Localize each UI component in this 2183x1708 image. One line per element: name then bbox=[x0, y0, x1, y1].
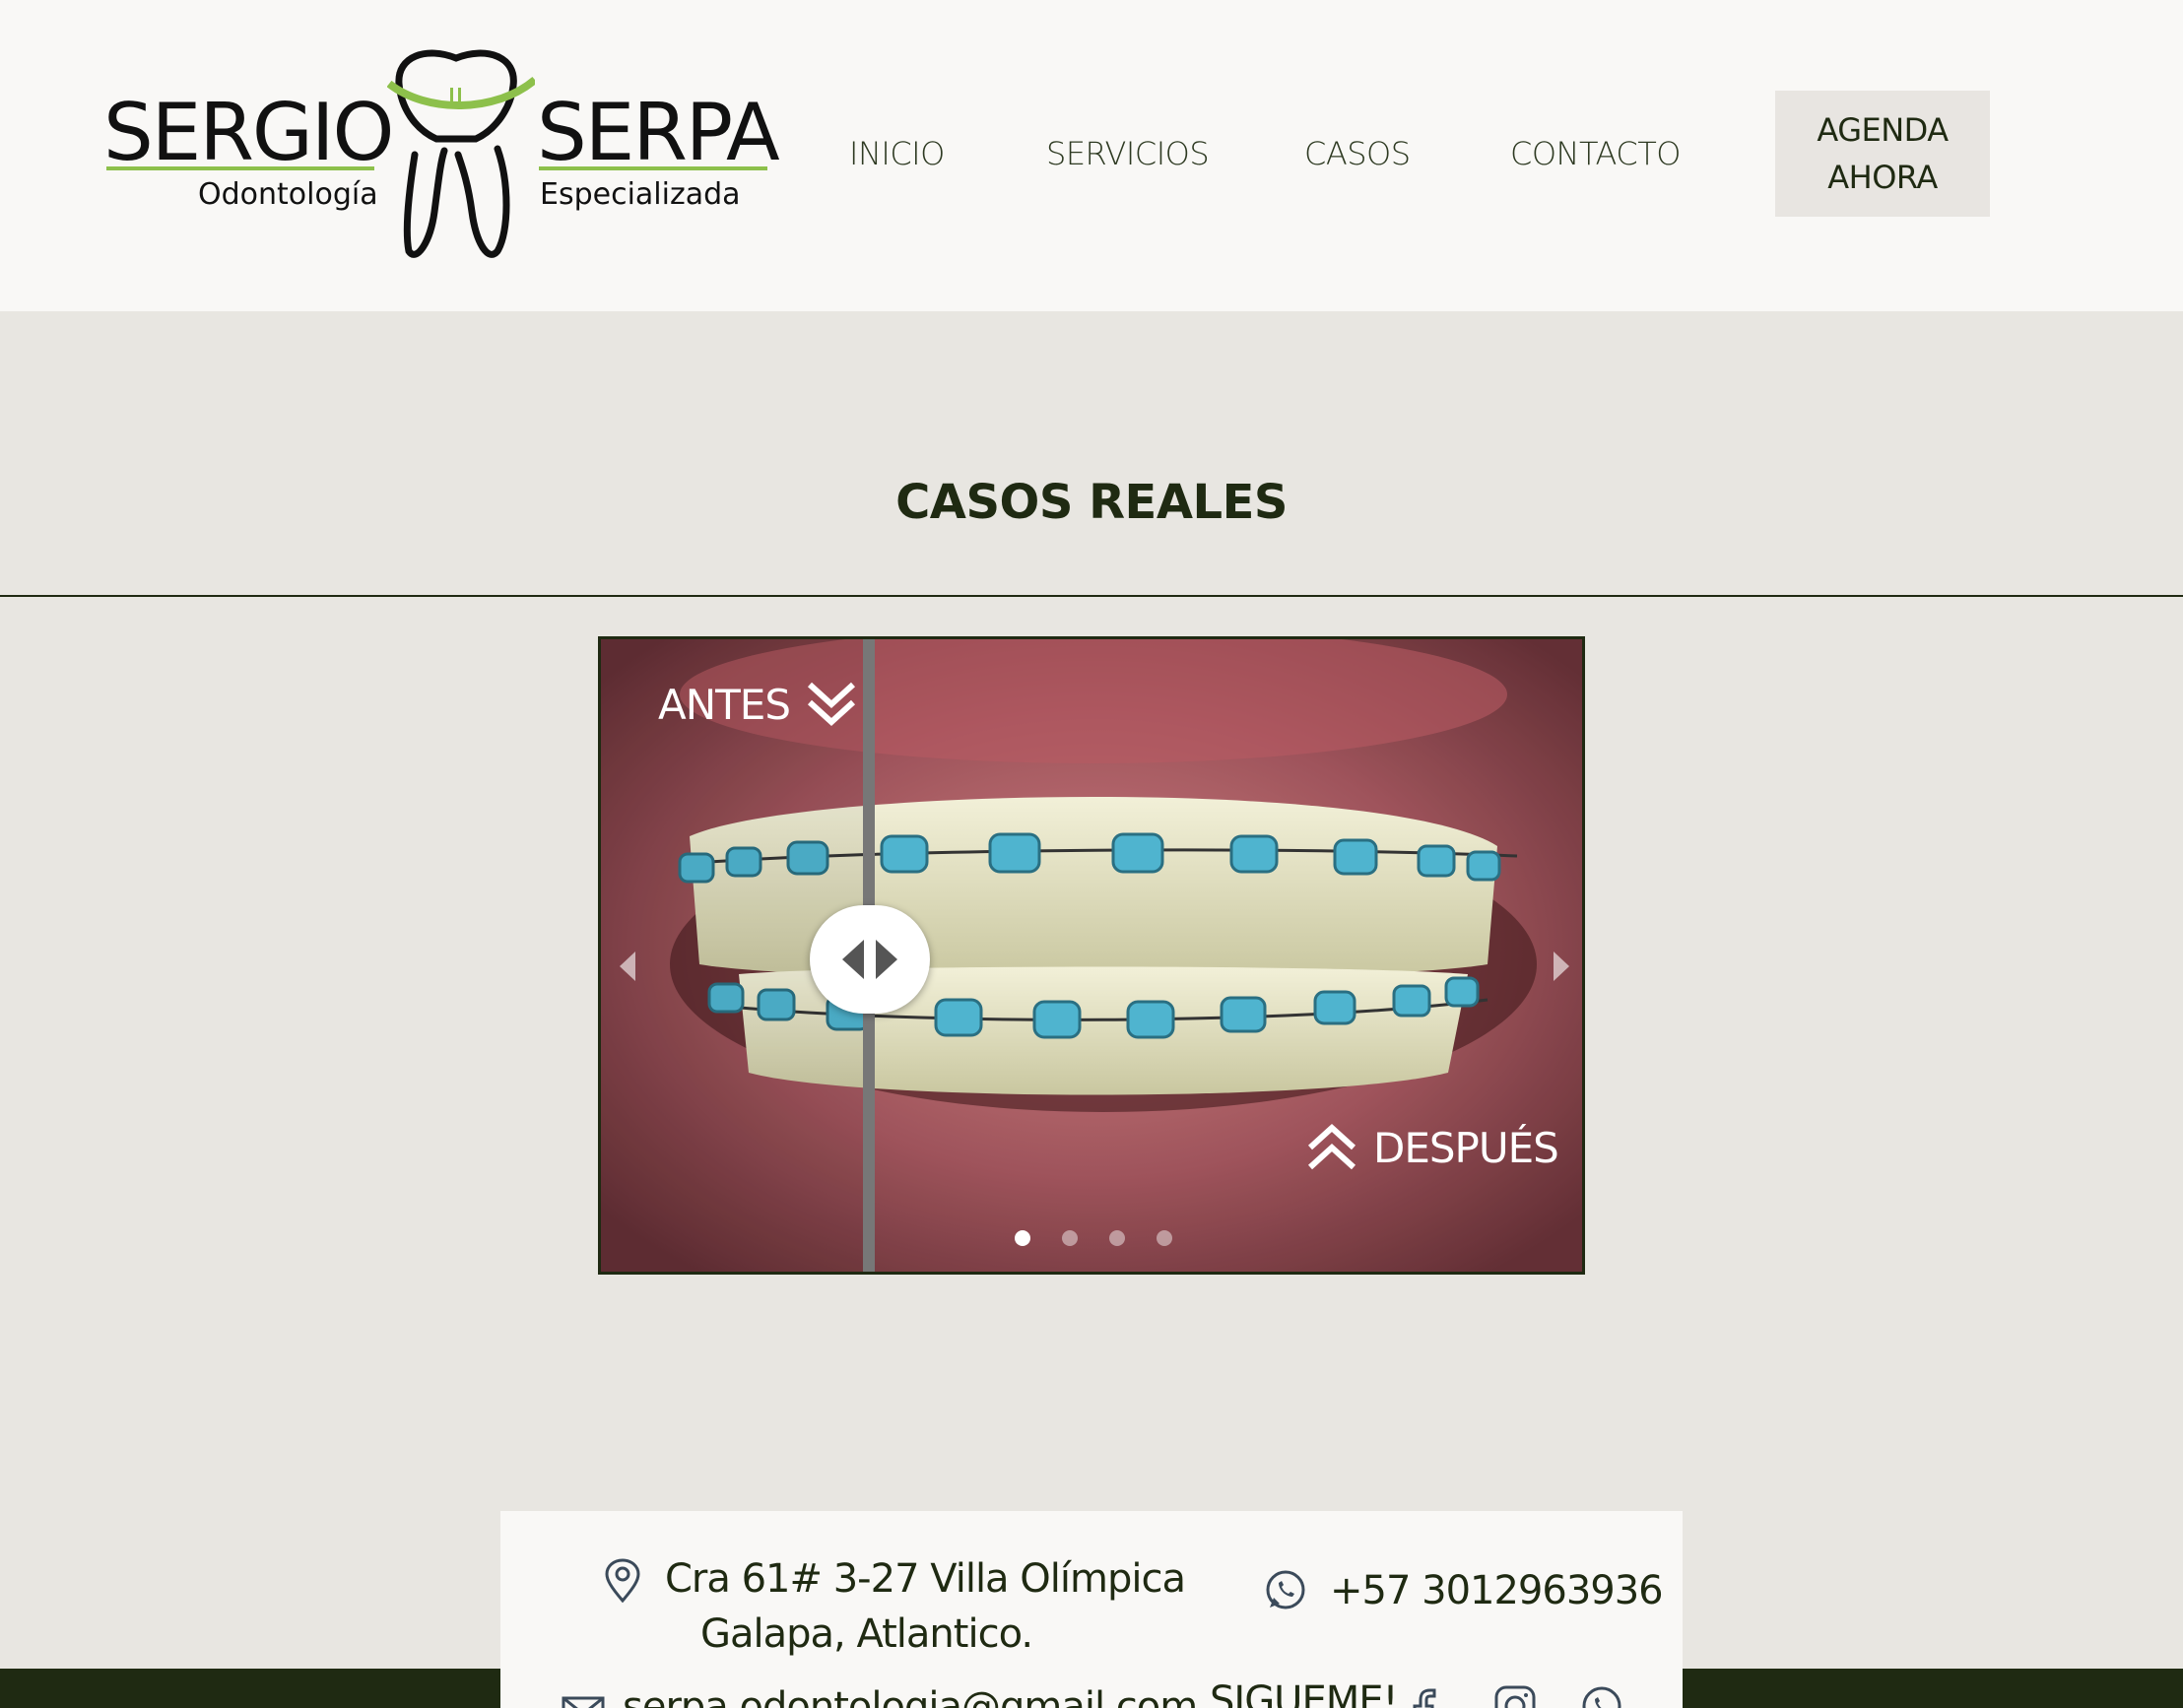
slider-dot-2[interactable] bbox=[1062, 1230, 1078, 1246]
section-divider bbox=[0, 595, 2183, 597]
before-after-slider[interactable]: ANTES DESPUÉS bbox=[598, 636, 1585, 1275]
after-label-text: DESPUÉS bbox=[1373, 1123, 1559, 1172]
logo-sub-left: Odontología bbox=[198, 177, 378, 212]
nav-inicio[interactable]: INICIO bbox=[849, 138, 945, 169]
address-line-1: Cra 61# 3-27 Villa Olímpica bbox=[665, 1556, 1186, 1602]
section-title: CASOS REALES bbox=[895, 475, 1288, 530]
left-right-arrows-icon bbox=[842, 940, 897, 979]
slider-dot-1[interactable] bbox=[1015, 1230, 1030, 1246]
braces-photo bbox=[601, 639, 1582, 1272]
whatsapp-icon[interactable] bbox=[1264, 1568, 1307, 1611]
location-pin-icon bbox=[605, 1558, 640, 1604]
agenda-ahora-button[interactable]: AGENDA AHORA bbox=[1775, 91, 1990, 217]
whatsapp-social-icon[interactable] bbox=[1580, 1684, 1623, 1708]
nav-casos[interactable]: CASOS bbox=[1304, 138, 1411, 169]
facebook-icon[interactable] bbox=[1411, 1686, 1440, 1708]
slider-next-button[interactable] bbox=[1547, 947, 1576, 986]
nav-servicios[interactable]: SERVICIOS bbox=[1046, 138, 1210, 169]
logo-rule-right bbox=[539, 166, 767, 170]
slider-dot-4[interactable] bbox=[1157, 1230, 1172, 1246]
logo-name-right: SERPA bbox=[537, 87, 780, 178]
after-label: DESPUÉS bbox=[1304, 1122, 1559, 1173]
before-label-text: ANTES bbox=[658, 680, 791, 729]
logo-name-left: SERGIO bbox=[103, 87, 394, 178]
chevron-double-down-icon bbox=[807, 682, 856, 727]
chevron-double-up-icon bbox=[1307, 1123, 1356, 1170]
email-address[interactable]: serpa.odontologia@gmail.com bbox=[623, 1684, 1198, 1708]
address-line-2: Galapa, Atlantico. bbox=[700, 1611, 1033, 1657]
cta-line-1: AGENDA bbox=[1817, 111, 1949, 149]
slider-dot-3[interactable] bbox=[1109, 1230, 1125, 1246]
logo-rule-left bbox=[106, 166, 374, 170]
cta-line-2: AHORA bbox=[1827, 159, 1938, 196]
slider-pagination bbox=[601, 1230, 1582, 1250]
phone-number[interactable]: +57 3012963936 bbox=[1330, 1568, 1664, 1613]
contact-card: Cra 61# 3-27 Villa Olímpica Galapa, Atla… bbox=[500, 1511, 1683, 1708]
site-header: SERGIO Odontología SERPA Especializada I… bbox=[0, 0, 2183, 311]
chevron-left-icon bbox=[620, 952, 635, 981]
follow-label: SIGUEME! bbox=[1210, 1678, 1399, 1708]
nav-contacto[interactable]: CONTACTO bbox=[1510, 138, 1681, 169]
instagram-icon[interactable] bbox=[1493, 1684, 1537, 1708]
logo-sub-right: Especializada bbox=[540, 177, 741, 212]
logo[interactable]: SERGIO Odontología SERPA Especializada bbox=[103, 44, 780, 261]
comparison-handle[interactable] bbox=[810, 905, 930, 1014]
slider-prev-button[interactable] bbox=[613, 947, 642, 986]
chevron-right-icon bbox=[1554, 952, 1569, 981]
before-label: ANTES bbox=[658, 679, 859, 730]
mail-icon bbox=[562, 1696, 605, 1708]
tooth-logo-icon bbox=[387, 49, 535, 258]
